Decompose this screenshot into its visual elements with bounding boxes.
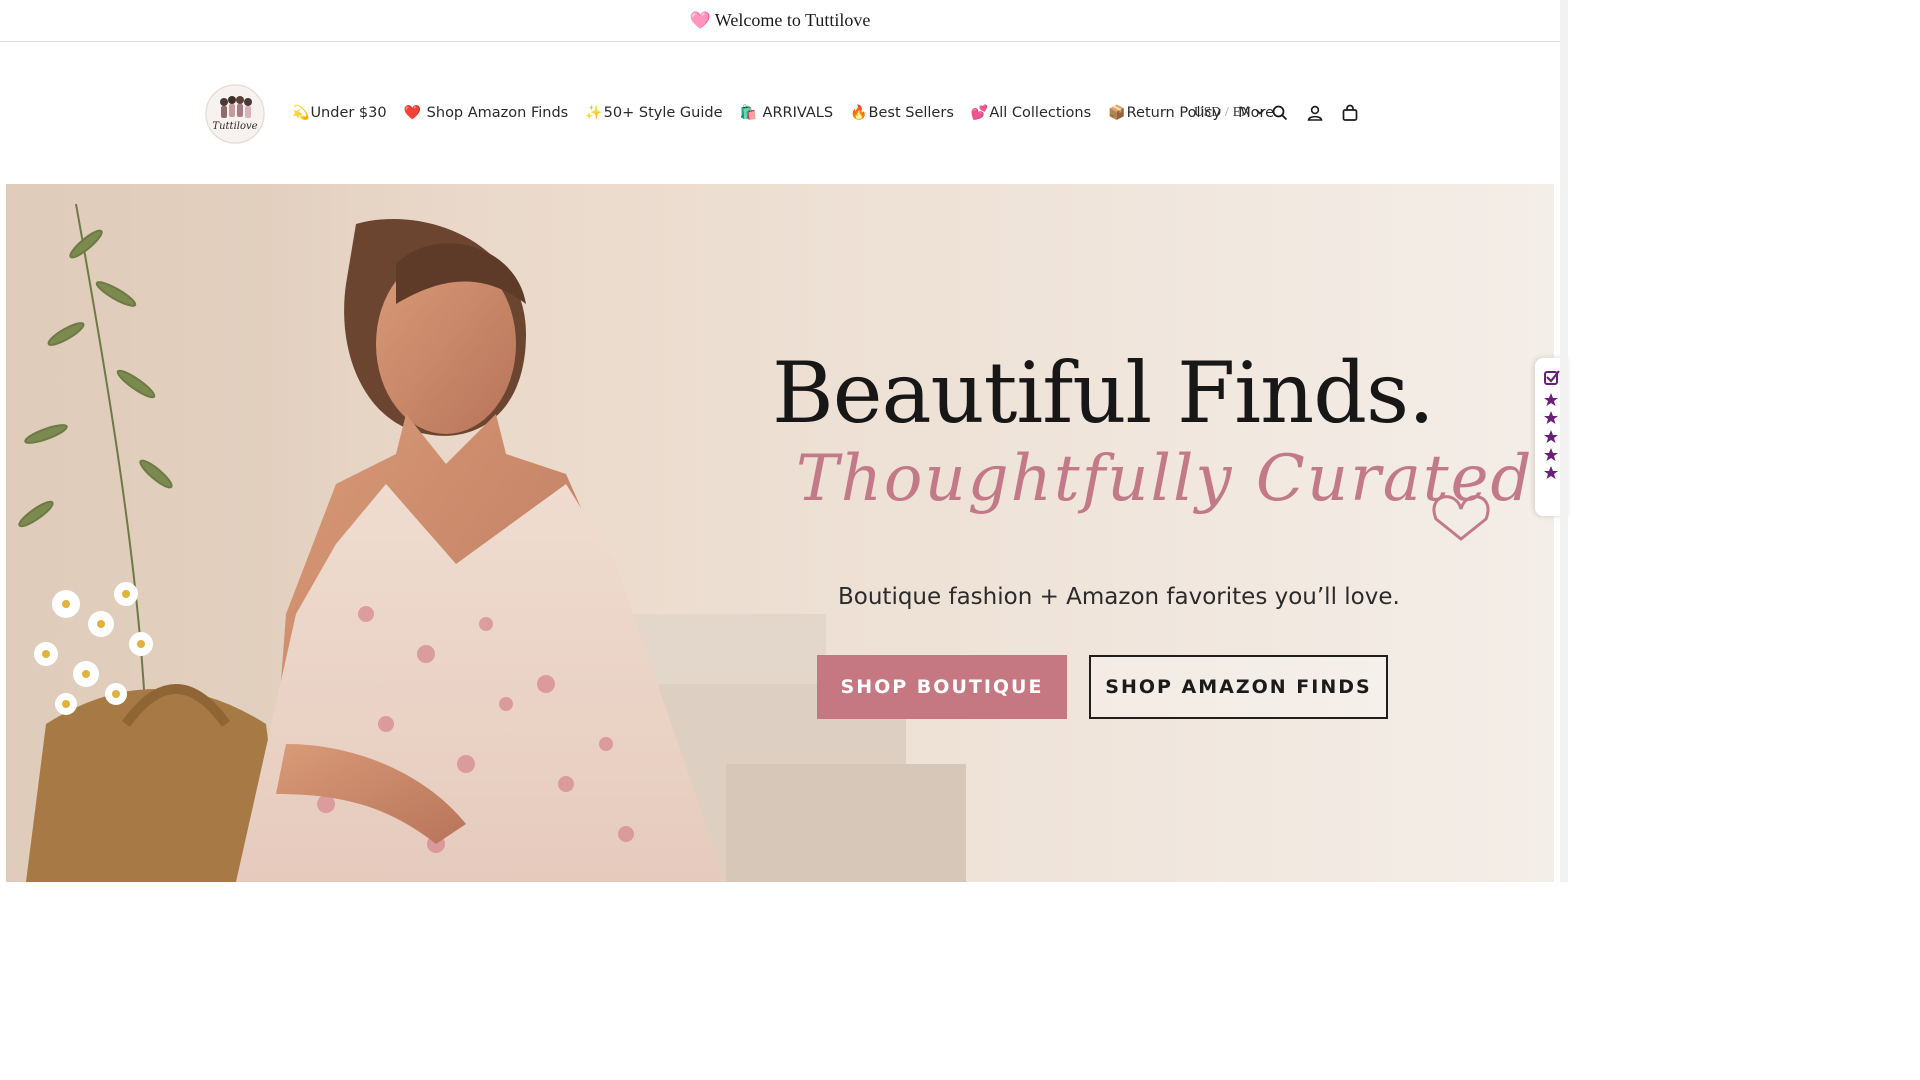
locale-separator: / (1225, 104, 1229, 119)
nav-item-all-collections[interactable]: 💕 All Collections (971, 105, 1091, 121)
announcement-text: Welcome to Tuttilove (714, 10, 871, 30)
nav-item-label: Best Sellers (868, 105, 954, 121)
two-hearts-icon: 💕 (970, 105, 989, 121)
search-icon[interactable] (1271, 104, 1289, 122)
nav-item-style-guide[interactable]: ✨ 50+ Style Guide (585, 105, 722, 121)
nav-item-label: Under $30 (310, 105, 387, 121)
nav-item-label: Shop Amazon Finds (422, 105, 569, 121)
cart-icon[interactable] (1341, 104, 1359, 122)
nav-item-shop-amazon-finds[interactable]: ❤️ Shop Amazon Finds (404, 105, 569, 121)
star-icon (1544, 448, 1558, 461)
verified-check-icon (1544, 370, 1560, 385)
nav-item-label: ARRIVALS (757, 105, 834, 121)
hero-image (6, 184, 1554, 882)
tuttilove-logo[interactable]: Tuttilove (205, 84, 265, 144)
nav-item-best-sellers[interactable]: 🔥 Best Sellers (850, 105, 954, 121)
announcement-bar: 🩷 Welcome to Tuttilove (0, 0, 1560, 42)
currency-language-selector[interactable]: USD / EN (1194, 104, 1265, 120)
hero-title: Beautiful Finds. (772, 344, 1435, 442)
shopping-bags-icon: 🛍️ (739, 105, 757, 121)
page-scrollbar[interactable] (1560, 0, 1568, 882)
hero-banner: Beautiful Finds. Thoughtfully Curated. B… (6, 184, 1554, 882)
pink-heart-icon: 🩷 (689, 10, 711, 30)
nav-item-arrivals[interactable]: 🛍️ ARRIVALS (740, 105, 834, 121)
star-icon (1544, 430, 1558, 443)
star-icon (1544, 393, 1558, 406)
sparkles-icon: ✨ (585, 105, 603, 121)
svg-text:Tuttilove: Tuttilove (212, 121, 257, 132)
shop-boutique-button[interactable]: SHOP BOUTIQUE (817, 655, 1067, 719)
package-icon: 📦 (1108, 105, 1126, 121)
chevron-down-icon (1255, 109, 1264, 115)
site-header: Tuttilove 💫 Under $30 ❤️ Shop Amazon Fin… (0, 42, 1560, 184)
language-label: EN (1232, 104, 1251, 119)
main-nav: 💫 Under $30 ❤️ Shop Amazon Finds ✨ 50+ S… (292, 100, 1274, 126)
star-icon (1544, 411, 1558, 424)
red-heart-icon: ❤️ (403, 105, 422, 121)
fire-icon: 🔥 (850, 105, 868, 121)
account-icon[interactable] (1306, 104, 1324, 122)
nav-item-under-30[interactable]: 💫 Under $30 (292, 105, 387, 121)
nav-item-label: 50+ Style Guide (603, 105, 723, 121)
currency-label: USD (1194, 104, 1222, 119)
hero-subtitle: Boutique fashion + Amazon favorites you’… (838, 584, 1400, 610)
hero-script-tagline: Thoughtfully Curated. (796, 442, 1554, 516)
star-icon (1544, 466, 1558, 479)
shop-amazon-finds-button[interactable]: SHOP AMAZON FINDS (1089, 655, 1388, 719)
dizzy-star-icon: 💫 (292, 105, 310, 121)
nav-item-label: All Collections (989, 105, 1092, 121)
